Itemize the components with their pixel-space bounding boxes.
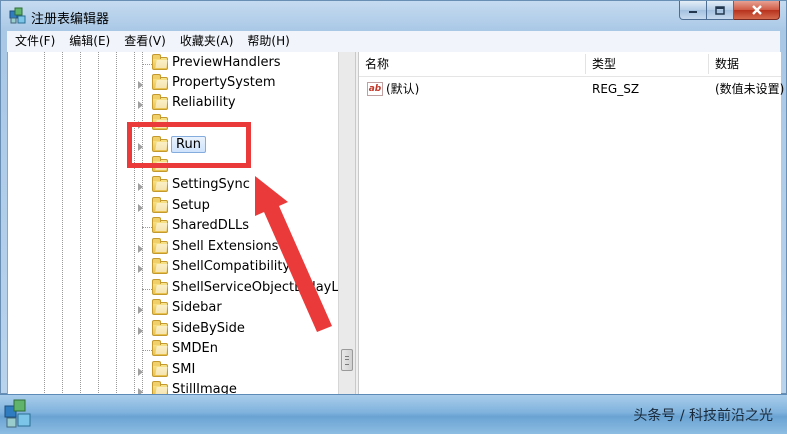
annotation-arrow (255, 176, 332, 332)
watermark-text: 头条号 / 科技前沿之光 (633, 408, 773, 424)
taskbar: 头条号 / 科技前沿之光 (0, 394, 787, 434)
registry-editor-taskbar-icon[interactable] (2, 397, 36, 431)
